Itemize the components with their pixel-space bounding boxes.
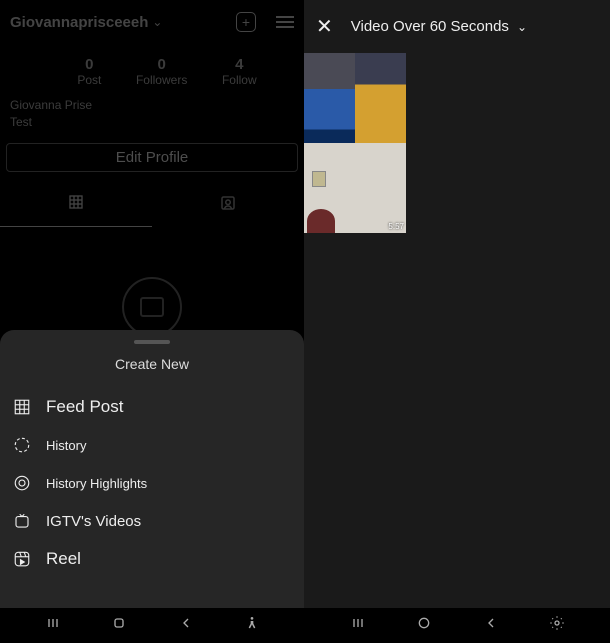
video-thumb[interactable] [304, 53, 355, 143]
back-button[interactable] [178, 615, 194, 636]
video-thumb[interactable] [355, 53, 406, 143]
sheet-item-reel[interactable]: Reel [0, 540, 304, 578]
sheet-item-igtv[interactable]: IGTV's Videos [0, 502, 304, 540]
recents-button[interactable] [350, 615, 366, 636]
chevron-down-icon: ⌄ [517, 20, 527, 34]
stat-followers[interactable]: 0 Followers [136, 56, 187, 87]
video-grid: 5:57 [304, 53, 406, 233]
video-thumb[interactable]: 5:57 [355, 143, 406, 233]
highlight-icon [12, 473, 32, 493]
tagged-icon [219, 199, 237, 216]
video-duration: 5:57 [388, 222, 404, 231]
bio: Giovanna Prise Test [0, 97, 304, 131]
video-filter-dropdown[interactable]: Video Over 60 Seconds ⌄ [351, 18, 527, 35]
filter-title: Video Over 60 Seconds [351, 18, 509, 35]
profile-stats: 0 Post 0 Followers 4 Follow [0, 44, 304, 97]
chevron-down-icon: ⌄ [152, 15, 162, 29]
bio-name: Giovanna Prise [10, 97, 294, 114]
home-button[interactable] [416, 615, 432, 636]
menu-icon[interactable] [276, 16, 294, 28]
system-nav-bar [0, 608, 610, 643]
profile-header: Giovannaprisceeeh ⌄ + [0, 0, 304, 44]
username-text: Giovannaprisceeeh [10, 14, 148, 31]
home-button[interactable] [111, 615, 127, 636]
tab-grid[interactable] [0, 184, 152, 227]
video-picker-header: ✕ Video Over 60 Seconds ⌄ [304, 0, 610, 53]
sheet-item-highlights[interactable]: History Highlights [0, 464, 304, 502]
grid-icon [68, 194, 84, 210]
username-dropdown[interactable]: Giovannaprisceeeh ⌄ [10, 14, 236, 31]
igtv-icon [12, 511, 32, 531]
create-new-sheet: Create New Feed Post History Hist [0, 330, 304, 608]
profile-tabs [0, 184, 304, 227]
video-thumb[interactable] [304, 143, 355, 233]
sheet-item-history[interactable]: History [0, 426, 304, 464]
accessibility-button[interactable] [549, 615, 565, 636]
create-post-icon[interactable]: + [236, 12, 256, 32]
edit-profile-button[interactable]: Edit Profile [6, 143, 298, 172]
story-icon [12, 435, 32, 455]
tab-tagged[interactable] [152, 184, 304, 227]
back-button[interactable] [483, 615, 499, 636]
sheet-drag-handle[interactable] [134, 340, 170, 344]
close-icon[interactable]: ✕ [316, 14, 333, 39]
bio-text: Test [10, 114, 294, 131]
reel-icon [12, 549, 32, 569]
grid-icon [12, 397, 32, 417]
sheet-title: Create New [0, 356, 304, 372]
empty-state-icon [122, 277, 182, 337]
accessibility-button[interactable] [244, 615, 260, 636]
stat-posts[interactable]: 0 Post [77, 56, 101, 87]
sheet-item-feed-post[interactable]: Feed Post [0, 388, 304, 426]
stat-following[interactable]: 4 Follow [222, 56, 257, 87]
recents-button[interactable] [45, 615, 61, 636]
